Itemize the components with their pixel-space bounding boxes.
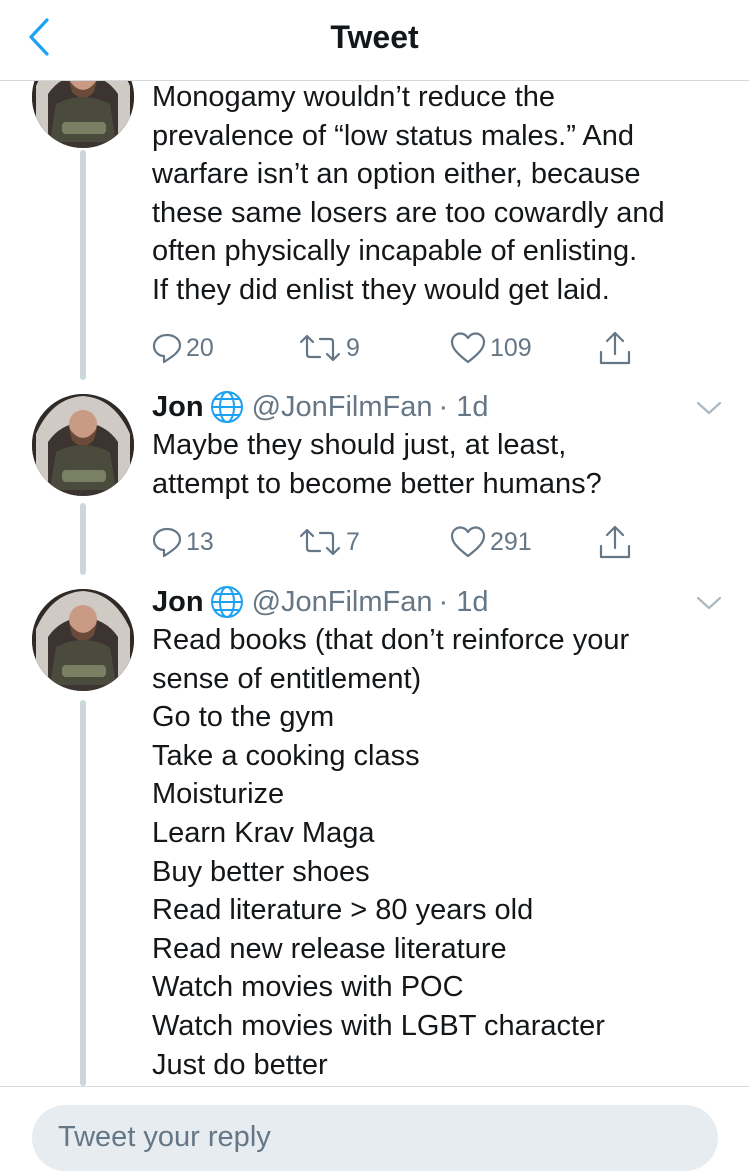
reply-input[interactable]: Tweet your reply [32, 1105, 718, 1171]
tweet-text-line: warfare isn’t an option either, because [152, 158, 641, 191]
tweet-header: Jon @JonFilmFan · 1d [152, 387, 488, 427]
share-button[interactable] [598, 522, 632, 562]
tweet-text-line: Buy better shoes [152, 855, 370, 888]
like-icon [450, 332, 486, 364]
tweet-timestamp: · 1d [438, 390, 489, 423]
tweet-text-line: these same losers are too cowardly and [152, 196, 665, 229]
user-handle[interactable]: @JonFilmFan [252, 586, 433, 619]
caret-down-icon [696, 401, 722, 415]
tweet-timestamp: · 1d [438, 585, 489, 618]
retweet-button[interactable]: 7 [298, 522, 360, 562]
tweet-text: Maybe they should just, at least, attemp… [152, 426, 732, 503]
like-button[interactable]: 109 [450, 328, 532, 368]
retweet-button[interactable]: 9 [298, 328, 360, 368]
tweet-text-line: Take a cooking class [152, 739, 420, 772]
tweet-text: Monogamy wouldn’t reduce the prevalence … [152, 78, 732, 310]
tweet-text-line: Watch movies with LGBT character [152, 1009, 605, 1042]
thread-line [80, 150, 86, 380]
thread-line [80, 503, 86, 575]
avatar[interactable] [32, 394, 134, 496]
tweet-text-line: Read literature > 80 years old [152, 894, 534, 927]
tweet-header: Jon @JonFilmFan · 1d [152, 582, 488, 622]
retweet-count: 9 [346, 333, 360, 362]
reply-button[interactable]: 20 [152, 328, 214, 368]
tweet-text-line: If they did enlist they would get laid. [152, 273, 610, 306]
page-title: Tweet [330, 19, 419, 55]
reply-bar: Tweet your reply [0, 1086, 749, 1176]
reply-placeholder: Tweet your reply [58, 1121, 271, 1153]
reply-button[interactable]: 13 [152, 522, 214, 562]
tweet-text-line: Read books (that don’t reinforce your [152, 624, 630, 656]
tweet-text-line: Watch movies with POC [152, 971, 464, 1004]
display-name[interactable]: Jon [152, 391, 204, 424]
like-count: 109 [490, 333, 532, 362]
tweet-text-line: Monogamy wouldn’t reduce the [152, 81, 556, 113]
retweet-icon [299, 528, 341, 556]
globe-icon [210, 585, 244, 619]
tweet-text-line: Learn Krav Maga [152, 816, 375, 849]
reply-icon [152, 333, 182, 364]
tweet-text-line: Just do better [152, 1048, 328, 1081]
tweet-text: Read books (that don’t reinforce your se… [152, 621, 732, 1084]
like-icon [450, 526, 486, 558]
tweet-actions: 20 9 109 [152, 328, 652, 368]
tweet-options-button[interactable] [694, 396, 724, 420]
tweet-text-line: attempt to become better humans? [152, 467, 602, 500]
tweet-actions: 13 7 291 [152, 522, 652, 562]
top-navigation-bar: Tweet [0, 0, 749, 81]
tweet-text-line: sense of entitlement) [152, 662, 422, 695]
reply-count: 20 [186, 333, 214, 362]
tweet-text-line: Moisturize [152, 778, 285, 811]
like-count: 291 [490, 527, 532, 556]
tweet-text-line: Maybe they should just, at least, [152, 429, 567, 461]
avatar[interactable] [32, 589, 134, 691]
thread-line [80, 700, 86, 1086]
share-button[interactable] [598, 328, 632, 368]
reply-count: 13 [186, 527, 214, 556]
globe-icon [210, 390, 244, 424]
user-handle[interactable]: @JonFilmFan [252, 391, 433, 424]
retweet-count: 7 [346, 527, 360, 556]
tweet-text-line: prevalence of “low status males.” And [152, 119, 634, 152]
reply-icon [152, 527, 182, 558]
tweet-text-line: often physically incapable of enlisting. [152, 235, 638, 268]
display-name[interactable]: Jon [152, 586, 204, 619]
retweet-icon [299, 334, 341, 362]
caret-down-icon [696, 596, 722, 610]
tweet-text-line: Read new release literature [152, 932, 507, 965]
tweet-options-button[interactable] [694, 591, 724, 615]
share-icon [599, 331, 631, 365]
like-button[interactable]: 291 [450, 522, 532, 562]
tweet-text-line: Go to the gym [152, 701, 335, 734]
share-icon [599, 525, 631, 559]
